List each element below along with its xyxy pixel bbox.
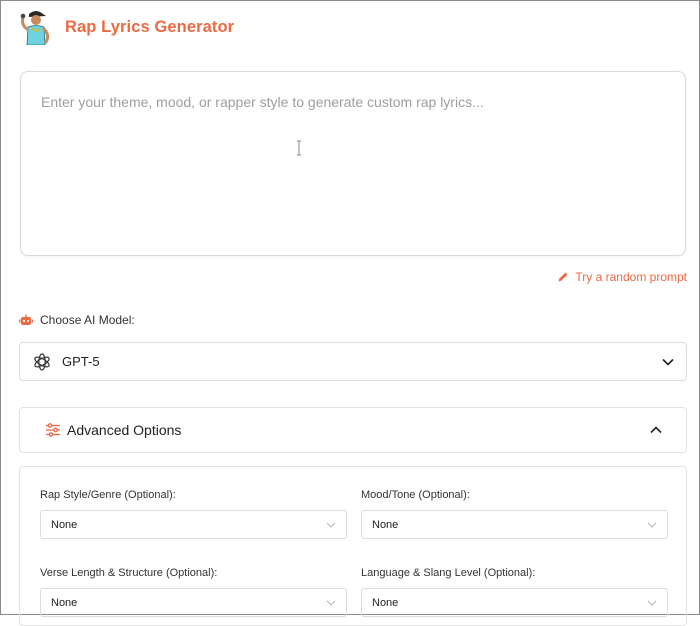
verse-length-select[interactable]: None — [40, 588, 347, 617]
app-title: Rap Lyrics Generator — [65, 17, 235, 36]
verse-length-label: Verse Length & Structure (Optional): — [40, 567, 218, 579]
rap-style-value: None — [51, 518, 78, 531]
language-slang-value: None — [372, 596, 399, 609]
sliders-icon — [46, 423, 60, 437]
rapper-logo-icon — [20, 11, 50, 45]
model-select[interactable]: GPT-5 — [19, 342, 687, 381]
language-slang-select[interactable]: None — [361, 588, 668, 617]
advanced-options-panel: Rap Style/Genre (Optional): None Mood/To… — [19, 466, 687, 626]
mood-tone-value: None — [372, 518, 399, 531]
model-label: Choose AI Model: — [19, 313, 135, 327]
prompt-textarea[interactable] — [21, 72, 685, 255]
language-slang-label: Language & Slang Level (Optional): — [361, 567, 536, 579]
model-label-text: Choose AI Model: — [40, 313, 135, 327]
chevron-down-icon — [326, 600, 336, 606]
mood-tone-select[interactable]: None — [361, 510, 668, 539]
chevron-down-icon — [647, 522, 657, 528]
chevron-down-icon — [326, 522, 336, 528]
prompt-box — [20, 71, 686, 256]
advanced-options-label: Advanced Options — [67, 422, 182, 438]
robot-icon — [19, 314, 33, 325]
mood-tone-label: Mood/Tone (Optional): — [361, 489, 470, 501]
chevron-up-icon — [650, 426, 662, 434]
chevron-down-icon — [662, 358, 674, 366]
verse-length-value: None — [51, 596, 78, 609]
openai-icon — [34, 352, 50, 371]
model-selected-value: GPT-5 — [62, 354, 100, 369]
pencil-icon — [558, 272, 568, 282]
rap-style-select[interactable]: None — [40, 510, 347, 539]
app-header: Rap Lyrics Generator — [19, 9, 234, 45]
advanced-options-toggle[interactable]: Advanced Options — [19, 407, 687, 453]
chevron-down-icon — [647, 600, 657, 606]
rap-style-label: Rap Style/Genre (Optional): — [40, 489, 176, 501]
random-prompt-label: Try a random prompt — [575, 270, 687, 284]
text-cursor-icon — [297, 140, 301, 156]
random-prompt-link[interactable]: Try a random prompt — [557, 270, 687, 284]
